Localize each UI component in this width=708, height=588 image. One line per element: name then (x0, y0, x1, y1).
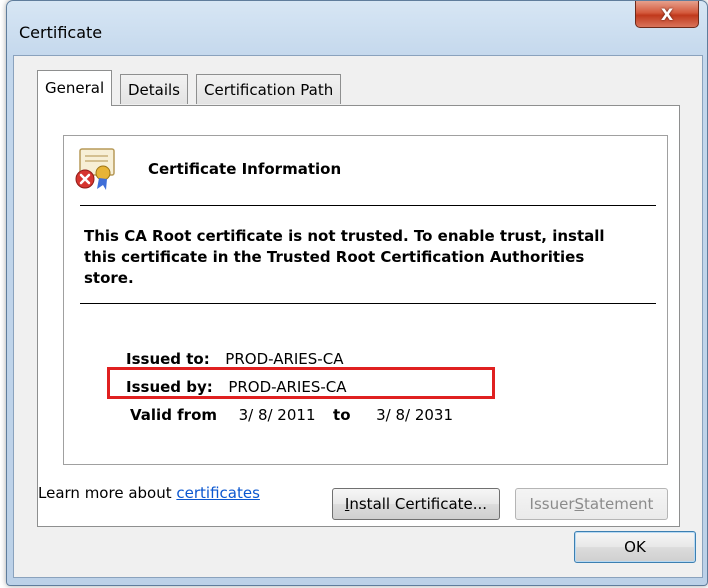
trust-warning-text: This CA Root certificate is not trusted.… (84, 227, 605, 287)
issuer-label-rest: tatement (584, 495, 654, 513)
learn-more-text: Learn more about certificates (38, 484, 260, 502)
validity-row: Valid from 3/ 8/ 2011 to 3/ 8/ 2031 (130, 406, 453, 424)
issuer-label-pre: Issuer (529, 495, 575, 513)
issued-to-value: PROD-ARIES-CA (225, 350, 344, 368)
issued-to-row: Issued to: PROD-ARIES-CA (126, 350, 343, 368)
issuer-mnemonic: S (574, 495, 585, 513)
certificate-info-box: Certificate Information This CA Root cer… (63, 135, 668, 465)
tab-details-label: Details (128, 81, 181, 99)
ok-button[interactable]: OK (574, 531, 696, 563)
learn-more-prefix: Learn more about (38, 484, 177, 502)
valid-from-value: 3/ 8/ 2011 (238, 406, 316, 424)
certificate-dialog: Certificate X General Details Certificat… (6, 0, 708, 586)
close-icon: X (660, 4, 674, 24)
divider-top (80, 205, 656, 206)
valid-to-value: 3/ 8/ 2031 (376, 406, 453, 424)
general-tab-panel: Certificate Information This CA Root cer… (37, 105, 680, 527)
tab-certification-path-label: Certification Path (204, 81, 334, 99)
ok-label: OK (624, 538, 646, 556)
tab-details[interactable]: Details (120, 74, 189, 104)
issuer-statement-button[interactable]: Issuer Statement (515, 488, 668, 520)
tab-certification-path[interactable]: Certification Path (196, 74, 342, 104)
valid-from-label: Valid from (130, 406, 218, 424)
certificate-info-heading: Certificate Information (148, 160, 342, 178)
untrusted-certificate-icon (75, 148, 115, 190)
tab-general[interactable]: General (37, 70, 113, 106)
install-label: nstall Certificate... (349, 495, 488, 513)
window-title: Certificate (19, 23, 103, 42)
close-button[interactable]: X (635, 1, 699, 28)
certificates-link[interactable]: certificates (176, 484, 260, 502)
issued-to-label: Issued to: (126, 350, 210, 368)
install-certificate-button[interactable]: Install Certificate... (332, 488, 500, 520)
valid-to-label: to (333, 406, 351, 424)
divider-bottom (80, 303, 656, 304)
validity-highlight-box (107, 367, 495, 399)
tab-general-label: General (45, 79, 105, 97)
dialog-client-area: General Details Certification Path Certi… (13, 55, 703, 578)
